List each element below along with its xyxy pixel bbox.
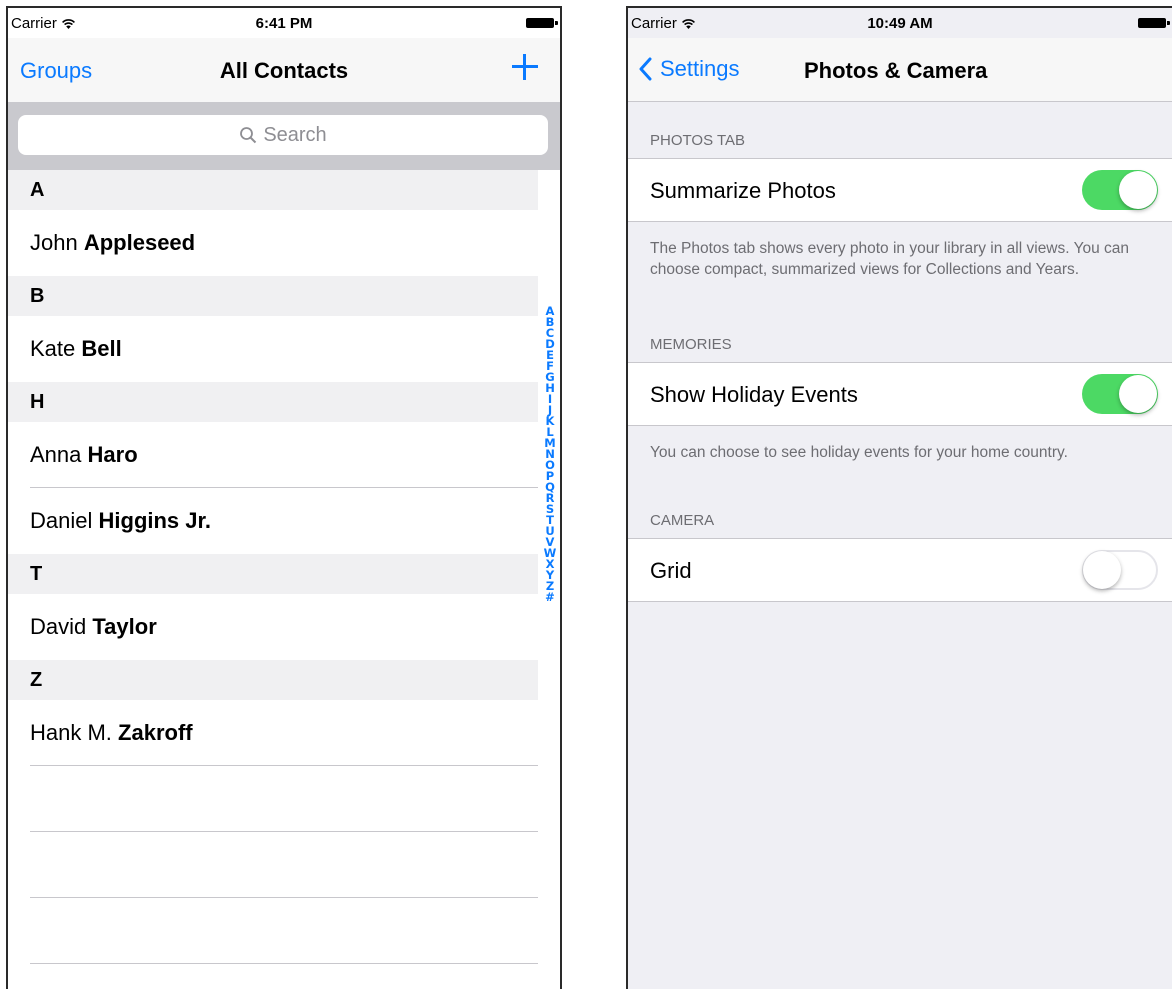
contact-row[interactable]: David Taylor	[8, 594, 538, 660]
grid-cell: Grid	[628, 538, 1172, 602]
section-header-b: B	[8, 276, 538, 316]
show-holiday-events-label: Show Holiday Events	[650, 382, 858, 407]
empty-row	[8, 832, 538, 898]
settings-screen: Carrier 10:49 AM Settings Photos & Camer…	[626, 6, 1172, 989]
search-bar: Search	[8, 102, 560, 170]
contact-row[interactable]: Hank M. Zakroff	[8, 700, 538, 766]
contact-row[interactable]: Kate Bell	[8, 316, 538, 382]
contact-last-name: Taylor	[92, 614, 157, 639]
settings-list: PHOTOS TAB Summarize Photos The Photos t…	[628, 102, 1172, 602]
search-icon	[240, 127, 257, 144]
section-header-z: Z	[8, 660, 538, 700]
toggle-knob	[1083, 551, 1121, 589]
contact-first-name: John	[30, 230, 78, 255]
page-title: Photos & Camera	[804, 58, 988, 83]
clock: 10:49 AM	[867, 15, 933, 32]
contact-first-name: Hank M.	[30, 720, 112, 745]
section-header-t: T	[8, 554, 538, 594]
search-placeholder: Search	[263, 123, 327, 146]
section-header-h: H	[8, 382, 538, 422]
status-bar: Carrier 10:49 AM	[628, 8, 1172, 38]
section-header-photos-tab: PHOTOS TAB	[650, 132, 746, 149]
contact-first-name: Anna	[30, 442, 82, 467]
section-header-a: A	[8, 170, 538, 210]
section-index[interactable]: A B C D E F G H I J K L M N O P Q R S T U V W X Y Z #	[538, 305, 560, 603]
navigation-bar: Settings Photos & Camera	[628, 38, 1172, 102]
contact-last-name: Higgins Jr.	[98, 508, 211, 533]
show-holiday-events-toggle[interactable]	[1082, 374, 1158, 414]
summarize-photos-toggle[interactable]	[1082, 170, 1158, 210]
contact-last-name: Zakroff	[118, 720, 193, 745]
photos-tab-footer: The Photos tab shows every photo in your…	[650, 240, 1130, 278]
memories-footer: You can choose to see holiday events for…	[650, 444, 1068, 461]
contact-last-name: Haro	[87, 442, 138, 467]
back-button[interactable]: Settings	[638, 56, 740, 82]
empty-row	[8, 766, 538, 832]
contact-first-name: Daniel	[30, 508, 93, 533]
row-divider	[30, 963, 538, 964]
status-bar: Carrier 6:41 PM	[8, 8, 560, 38]
section-header-camera: CAMERA	[650, 512, 715, 529]
summarize-photos-label: Summarize Photos	[650, 178, 836, 203]
contact-row[interactable]: Daniel Higgins Jr.	[8, 488, 538, 554]
index-letter[interactable]: #	[545, 591, 555, 603]
toggle-knob	[1119, 171, 1157, 209]
back-button-label: Settings	[660, 56, 740, 81]
battery-icon	[526, 18, 558, 28]
contacts-screen: Carrier 6:41 PM Groups All Contacts Sear…	[6, 6, 562, 989]
contact-list: A John Appleseed B Kate Bell H Anna Haro…	[8, 170, 538, 964]
empty-row	[8, 898, 538, 964]
plus-icon[interactable]	[510, 52, 540, 82]
contact-last-name: Bell	[81, 336, 122, 361]
search-input[interactable]: Search	[18, 115, 548, 155]
chevron-left-icon	[639, 57, 652, 81]
navigation-bar: Groups All Contacts	[8, 38, 560, 102]
section-header-memories: MEMORIES	[650, 336, 732, 353]
contact-row[interactable]: Anna Haro	[8, 422, 538, 488]
page-title: All Contacts	[219, 58, 349, 83]
summarize-photos-cell: Summarize Photos	[628, 158, 1172, 222]
battery-icon	[1138, 18, 1170, 28]
show-holiday-events-cell: Show Holiday Events	[628, 362, 1172, 426]
contact-first-name: Kate	[30, 336, 76, 361]
clock: 6:41 PM	[255, 15, 313, 32]
toggle-knob	[1119, 375, 1157, 413]
contact-first-name: David	[30, 614, 87, 639]
contact-row[interactable]: John Appleseed	[8, 210, 538, 276]
grid-toggle[interactable]	[1082, 550, 1158, 590]
contact-last-name: Appleseed	[83, 230, 196, 255]
grid-label: Grid	[650, 558, 692, 583]
